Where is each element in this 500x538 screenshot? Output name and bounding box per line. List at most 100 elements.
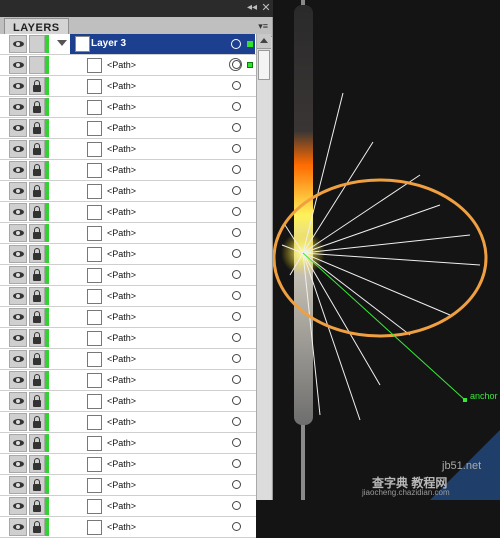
path-row[interactable]: <Path> [0,55,256,76]
visibility-toggle[interactable] [9,203,27,221]
path-name[interactable]: <Path> [107,265,136,285]
target-icon[interactable] [232,144,241,153]
visibility-toggle[interactable] [9,266,27,284]
lock-toggle[interactable] [29,140,45,158]
target-icon[interactable] [232,270,241,279]
target-icon[interactable] [232,459,241,468]
visibility-toggle[interactable] [9,455,27,473]
path-name[interactable]: <Path> [107,118,136,138]
target-icon[interactable] [232,249,241,258]
path-row[interactable]: <Path> [0,244,256,265]
path-row[interactable]: <Path> [0,454,256,475]
path-name[interactable]: <Path> [107,223,136,243]
lock-toggle[interactable] [29,476,45,494]
path-name[interactable]: <Path> [107,391,136,411]
lock-toggle[interactable] [29,518,45,536]
target-icon[interactable] [232,291,241,300]
target-icon[interactable] [232,333,241,342]
path-row[interactable]: <Path> [0,328,256,349]
target-icon[interactable] [232,186,241,195]
path-name[interactable]: <Path> [107,55,136,75]
path-name[interactable]: <Path> [107,181,136,201]
visibility-toggle[interactable] [9,308,27,326]
visibility-toggle[interactable] [9,98,27,116]
target-icon[interactable] [232,60,241,69]
lock-toggle[interactable] [29,329,45,347]
path-name[interactable]: <Path> [107,139,136,159]
path-name[interactable]: <Path> [107,160,136,180]
visibility-toggle[interactable] [9,35,27,53]
path-name[interactable]: <Path> [107,517,136,537]
path-row[interactable]: <Path> [0,496,256,517]
lock-toggle[interactable] [29,413,45,431]
target-icon[interactable] [232,417,241,426]
visibility-toggle[interactable] [9,224,27,242]
visibility-toggle[interactable] [9,119,27,137]
path-row[interactable]: <Path> [0,349,256,370]
visibility-toggle[interactable] [9,392,27,410]
lock-toggle[interactable] [29,203,45,221]
lock-toggle[interactable] [29,35,45,53]
panel-menu-icon[interactable]: ▾≡ [258,21,268,32]
path-row[interactable]: <Path> [0,433,256,454]
path-row[interactable]: <Path> [0,139,256,160]
visibility-toggle[interactable] [9,476,27,494]
target-icon[interactable] [232,396,241,405]
target-icon[interactable] [232,375,241,384]
target-icon[interactable] [232,312,241,321]
path-row[interactable]: <Path> [0,202,256,223]
path-name[interactable]: <Path> [107,433,136,453]
visibility-toggle[interactable] [9,245,27,263]
path-row[interactable]: <Path> [0,475,256,496]
lock-toggle[interactable] [29,77,45,95]
path-name[interactable]: <Path> [107,286,136,306]
layer-row[interactable]: Layer 3 [0,34,256,55]
lock-toggle[interactable] [29,266,45,284]
visibility-toggle[interactable] [9,350,27,368]
target-icon[interactable] [232,522,241,531]
lock-toggle[interactable] [29,161,45,179]
collapse-panel-icon[interactable]: ◂◂ [246,2,258,14]
lock-toggle[interactable] [29,455,45,473]
target-icon[interactable] [232,81,241,90]
path-name[interactable]: <Path> [107,496,136,516]
visibility-toggle[interactable] [9,182,27,200]
anchor-point[interactable] [463,398,467,402]
path-row[interactable]: <Path> [0,160,256,181]
path-name[interactable]: <Path> [107,328,136,348]
lock-toggle[interactable] [29,308,45,326]
visibility-toggle[interactable] [9,56,27,74]
expand-triangle-icon[interactable] [57,40,67,46]
lock-toggle[interactable] [29,392,45,410]
visibility-toggle[interactable] [9,161,27,179]
layer-name[interactable]: Layer 3 [91,34,126,54]
visibility-toggle[interactable] [9,329,27,347]
path-name[interactable]: <Path> [107,454,136,474]
visibility-toggle[interactable] [9,77,27,95]
path-name[interactable]: <Path> [107,202,136,222]
path-row[interactable]: <Path> [0,118,256,139]
path-row[interactable]: <Path> [0,286,256,307]
lock-toggle[interactable] [29,371,45,389]
target-icon[interactable] [232,438,241,447]
target-icon[interactable] [232,354,241,363]
target-icon[interactable] [231,39,241,49]
lock-toggle[interactable] [29,287,45,305]
target-icon[interactable] [232,501,241,510]
path-name[interactable]: <Path> [107,307,136,327]
scroll-thumb[interactable] [258,50,270,80]
target-icon[interactable] [232,102,241,111]
path-row[interactable]: <Path> [0,412,256,433]
lock-toggle[interactable] [29,119,45,137]
visibility-toggle[interactable] [9,518,27,536]
path-name[interactable]: <Path> [107,244,136,264]
visibility-toggle[interactable] [9,371,27,389]
visibility-toggle[interactable] [9,140,27,158]
path-row[interactable]: <Path> [0,391,256,412]
path-row[interactable]: <Path> [0,181,256,202]
visibility-toggle[interactable] [9,434,27,452]
visibility-toggle[interactable] [9,287,27,305]
scrollbar[interactable] [256,34,271,500]
lock-toggle[interactable] [29,98,45,116]
path-name[interactable]: <Path> [107,370,136,390]
